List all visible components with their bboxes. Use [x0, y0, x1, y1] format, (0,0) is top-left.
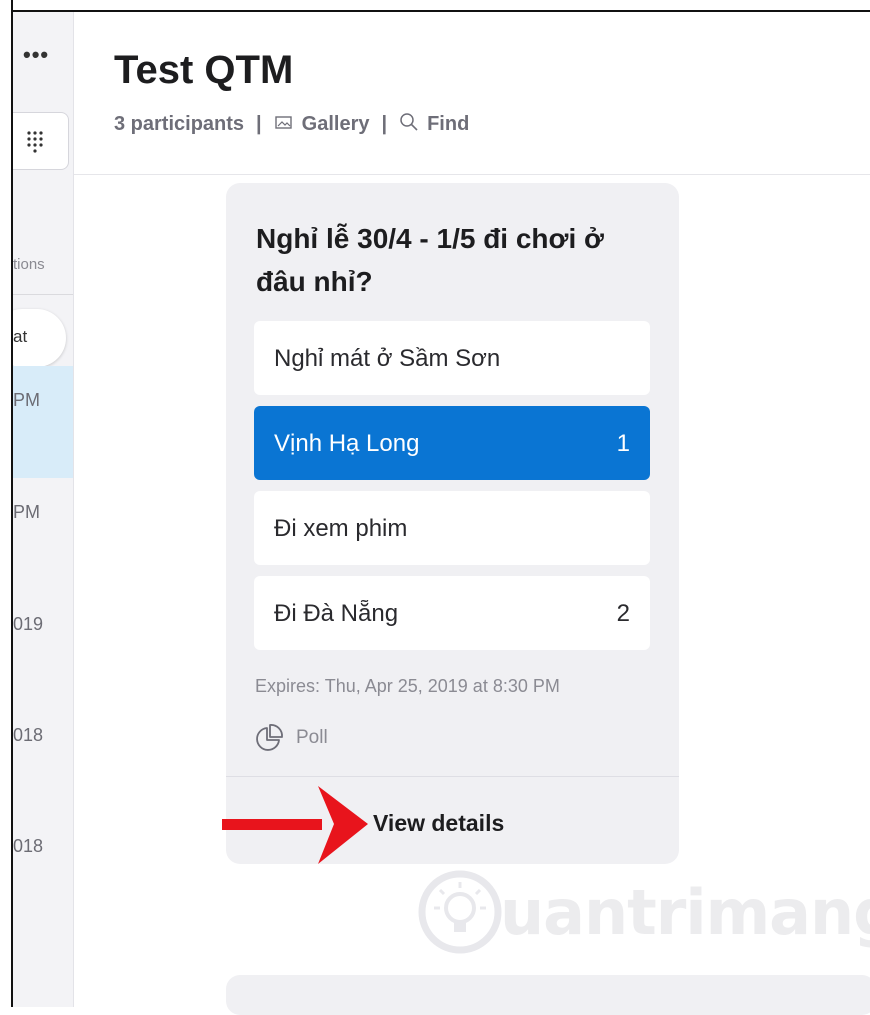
poll-type-tag: Poll	[254, 723, 328, 753]
new-chat-label: at	[13, 327, 28, 346]
recent-chat-item[interactable]: 018	[13, 701, 73, 813]
poll-option[interactable]: Đi xem phim	[254, 491, 650, 565]
recent-chat-time: 019	[13, 614, 44, 634]
participants-link[interactable]: 3 participants	[114, 113, 244, 136]
poll-expiry: Expires: Thu, Apr 25, 2019 at 8:30 PM	[255, 676, 560, 696]
poll-option-label: Nghỉ mát ở Sầm Sơn	[274, 345, 501, 372]
sidebar-divider	[13, 294, 73, 295]
conversation-header: Test QTM 3 participants | Gallery | Find	[74, 12, 870, 175]
find-label: Find	[427, 112, 470, 135]
search-icon	[399, 112, 419, 138]
lightbulb-logo-icon	[418, 870, 502, 954]
recent-chat-time: 018	[13, 836, 44, 856]
sidebar-section-label: tions	[13, 256, 45, 273]
recent-chat-item[interactable]: PM	[13, 478, 73, 590]
poll-option-label: Đi Đà Nẵng	[274, 600, 399, 627]
poll-option-selected[interactable]: Vịnh Hạ Long 1	[254, 406, 650, 480]
next-message-card	[226, 975, 870, 1015]
annotation-arrow-icon	[222, 786, 368, 864]
recent-chat-item[interactable]: 018	[13, 812, 73, 924]
recent-chat-time: 018	[13, 725, 44, 745]
poll-question: Nghỉ lễ 30/4 - 1/5 đi chơi ở đâu nhỉ?	[256, 223, 604, 297]
separator: |	[381, 112, 388, 135]
gallery-link[interactable]: Gallery	[274, 112, 370, 137]
conversation-subline: 3 participants | Gallery | Find	[114, 111, 469, 137]
conversation-title[interactable]: Test QTM	[114, 48, 293, 93]
poll-option[interactable]: Đi Đà Nẵng 2	[254, 576, 650, 650]
dialpad-button[interactable]	[13, 112, 69, 170]
poll-option-label: Vịnh Hạ Long	[274, 430, 420, 457]
gallery-label: Gallery	[301, 112, 370, 135]
poll-type-label: Poll	[296, 727, 328, 748]
window-left-border	[0, 0, 13, 1007]
recent-chat-item[interactable]: PM	[13, 366, 73, 478]
gallery-icon	[274, 114, 294, 137]
recent-chat-time: PM	[13, 502, 40, 522]
find-link[interactable]: Find	[399, 111, 469, 137]
poll-option-count: 1	[616, 430, 630, 457]
poll-option-label: Đi xem phim	[274, 515, 408, 542]
dialpad-icon	[27, 131, 43, 153]
poll-option[interactable]: Nghỉ mát ở Sầm Sơn	[254, 321, 650, 395]
more-options-icon[interactable]: •••	[23, 44, 49, 66]
watermark: uantrimang	[416, 868, 870, 956]
watermark-text: uantrimang	[500, 875, 870, 949]
view-details-button[interactable]: View details	[373, 810, 504, 837]
poll-card: Nghỉ lễ 30/4 - 1/5 đi chơi ở đâu nhỉ? Ng…	[226, 183, 679, 864]
card-divider	[226, 776, 679, 777]
new-chat-button[interactable]: at	[13, 309, 66, 367]
poll-option-count: 2	[616, 600, 630, 627]
sidebar: ••• tions at PM PM 019 018 018	[13, 12, 73, 1007]
recent-chat-time: PM	[13, 390, 40, 410]
recent-chat-item[interactable]: 019	[13, 590, 73, 702]
pie-chart-icon	[256, 724, 283, 751]
separator: |	[256, 112, 262, 135]
